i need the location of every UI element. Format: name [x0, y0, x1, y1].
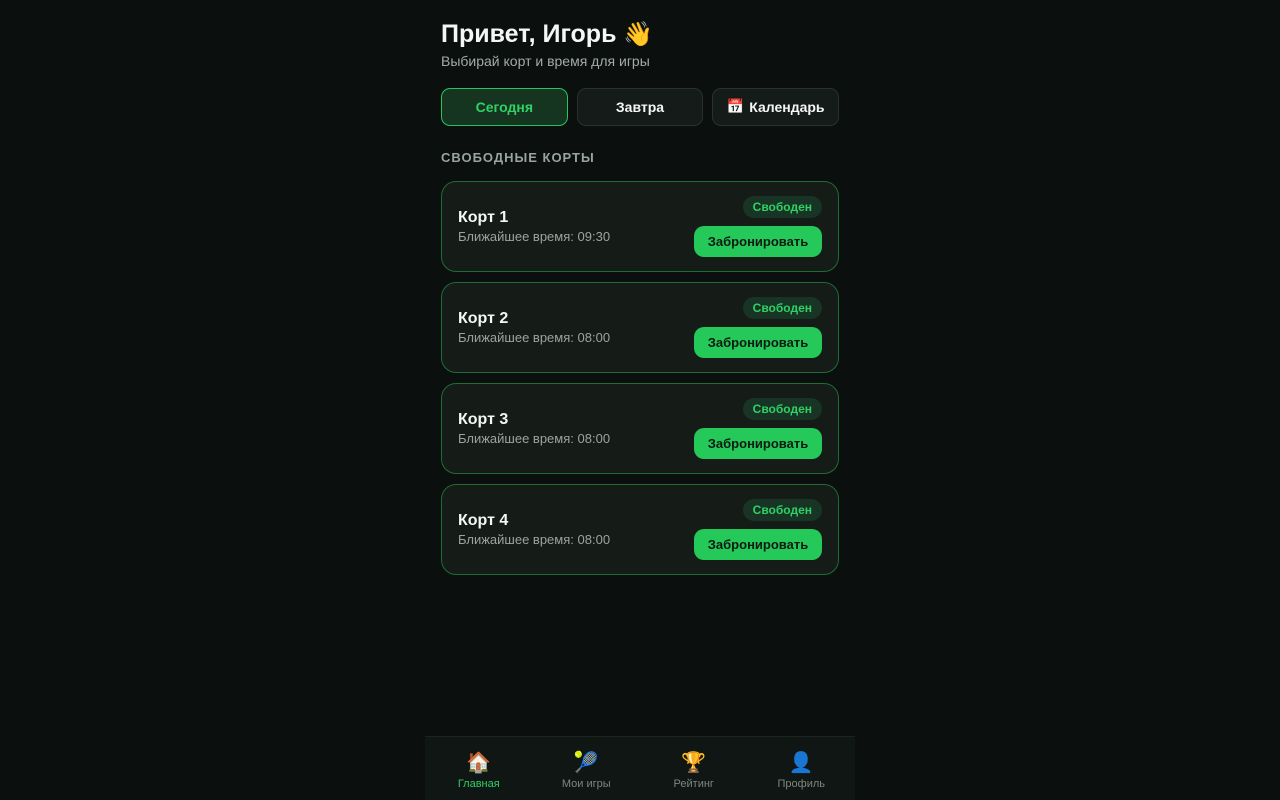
- nav-item-my-games[interactable]: 🎾 Мои игры: [533, 737, 641, 800]
- nearest-time-label: Ближайшее время:: [458, 229, 574, 244]
- book-button[interactable]: Забронировать: [694, 226, 822, 257]
- tab-today-label: Сегодня: [475, 99, 534, 115]
- nav-item-home[interactable]: 🏠 Главная: [425, 737, 533, 800]
- nearest-time-value: 08:00: [577, 431, 611, 446]
- court-card: Корт 3 Ближайшее время: 08:00 Свободен З…: [441, 383, 839, 474]
- calendar-icon: 📅: [726, 99, 745, 115]
- header: Привет, Игорь 👋 Выбирай корт и время для…: [441, 18, 839, 69]
- nav-item-profile[interactable]: 👤 Профиль: [748, 737, 856, 800]
- nearest-time-value: 08:00: [577, 532, 611, 547]
- app-screen: Привет, Игорь 👋 Выбирай корт и время для…: [425, 0, 855, 800]
- nav-label: Рейтинг: [673, 778, 714, 790]
- court-name: Корт 1: [458, 209, 509, 226]
- court-list: Корт 1 Ближайшее время: 09:30 Свободен З…: [441, 181, 839, 585]
- waving-hand-icon: 👋: [623, 20, 654, 48]
- tennis-icon: 🎾: [573, 750, 599, 774]
- nav-item-rating[interactable]: 🏆 Рейтинг: [640, 737, 748, 800]
- tab-today[interactable]: Сегодня: [441, 88, 568, 126]
- status-badge: Свободен: [742, 297, 822, 319]
- section-title: СВОБОДНЫЕ КОРТЫ: [441, 150, 595, 165]
- nearest-time-label: Ближайшее время:: [458, 431, 574, 446]
- profile-icon: 👤: [788, 750, 814, 774]
- bottom-nav: 🏠 Главная 🎾 Мои игры 🏆 Рейтинг 👤 Профиль: [425, 736, 855, 800]
- page-title: Привет, Игорь 👋: [441, 18, 839, 50]
- nearest-time-value: 08:00: [577, 330, 611, 345]
- book-button[interactable]: Забронировать: [694, 327, 822, 358]
- page-subtitle: Выбирай корт и время для игры: [441, 53, 650, 69]
- trophy-icon: 🏆: [681, 750, 707, 774]
- tab-tomorrow-label: Завтра: [615, 99, 665, 115]
- nearest-time-label: Ближайшее время:: [458, 532, 574, 547]
- greeting-text: Привет, Игорь: [441, 20, 617, 48]
- tab-calendar[interactable]: 📅 Календарь: [712, 88, 840, 126]
- court-card: Корт 2 Ближайшее время: 08:00 Свободен З…: [441, 282, 839, 373]
- nearest-time-label: Ближайшее время:: [458, 330, 574, 345]
- day-tabs: Сегодня Завтра 📅 Календарь: [441, 88, 840, 126]
- court-nearest-time: Ближайшее время: 08:00: [458, 532, 610, 547]
- tab-tomorrow[interactable]: Завтра: [576, 88, 704, 126]
- court-nearest-time: Ближайшее время: 08:00: [458, 431, 610, 446]
- status-badge: Свободен: [742, 398, 822, 420]
- book-button[interactable]: Забронировать: [694, 529, 822, 560]
- court-nearest-time: Ближайшее время: 08:00: [458, 330, 610, 345]
- court-name: Корт 2: [458, 310, 509, 327]
- nav-label: Мои игры: [561, 778, 611, 790]
- status-badge: Свободен: [742, 499, 822, 521]
- nav-label: Главная: [457, 778, 500, 790]
- court-card: Корт 4 Ближайшее время: 08:00 Свободен З…: [441, 484, 839, 575]
- nav-label: Профиль: [777, 778, 826, 790]
- tab-calendar-label: Календарь: [749, 99, 825, 115]
- court-name: Корт 3: [458, 411, 509, 428]
- nearest-time-value: 09:30: [577, 229, 611, 244]
- court-name: Корт 4: [458, 512, 509, 529]
- court-nearest-time: Ближайшее время: 09:30: [458, 229, 610, 244]
- home-icon: 🏠: [466, 750, 492, 774]
- book-button[interactable]: Забронировать: [694, 428, 822, 459]
- status-badge: Свободен: [742, 196, 822, 218]
- court-card: Корт 1 Ближайшее время: 09:30 Свободен З…: [441, 181, 839, 272]
